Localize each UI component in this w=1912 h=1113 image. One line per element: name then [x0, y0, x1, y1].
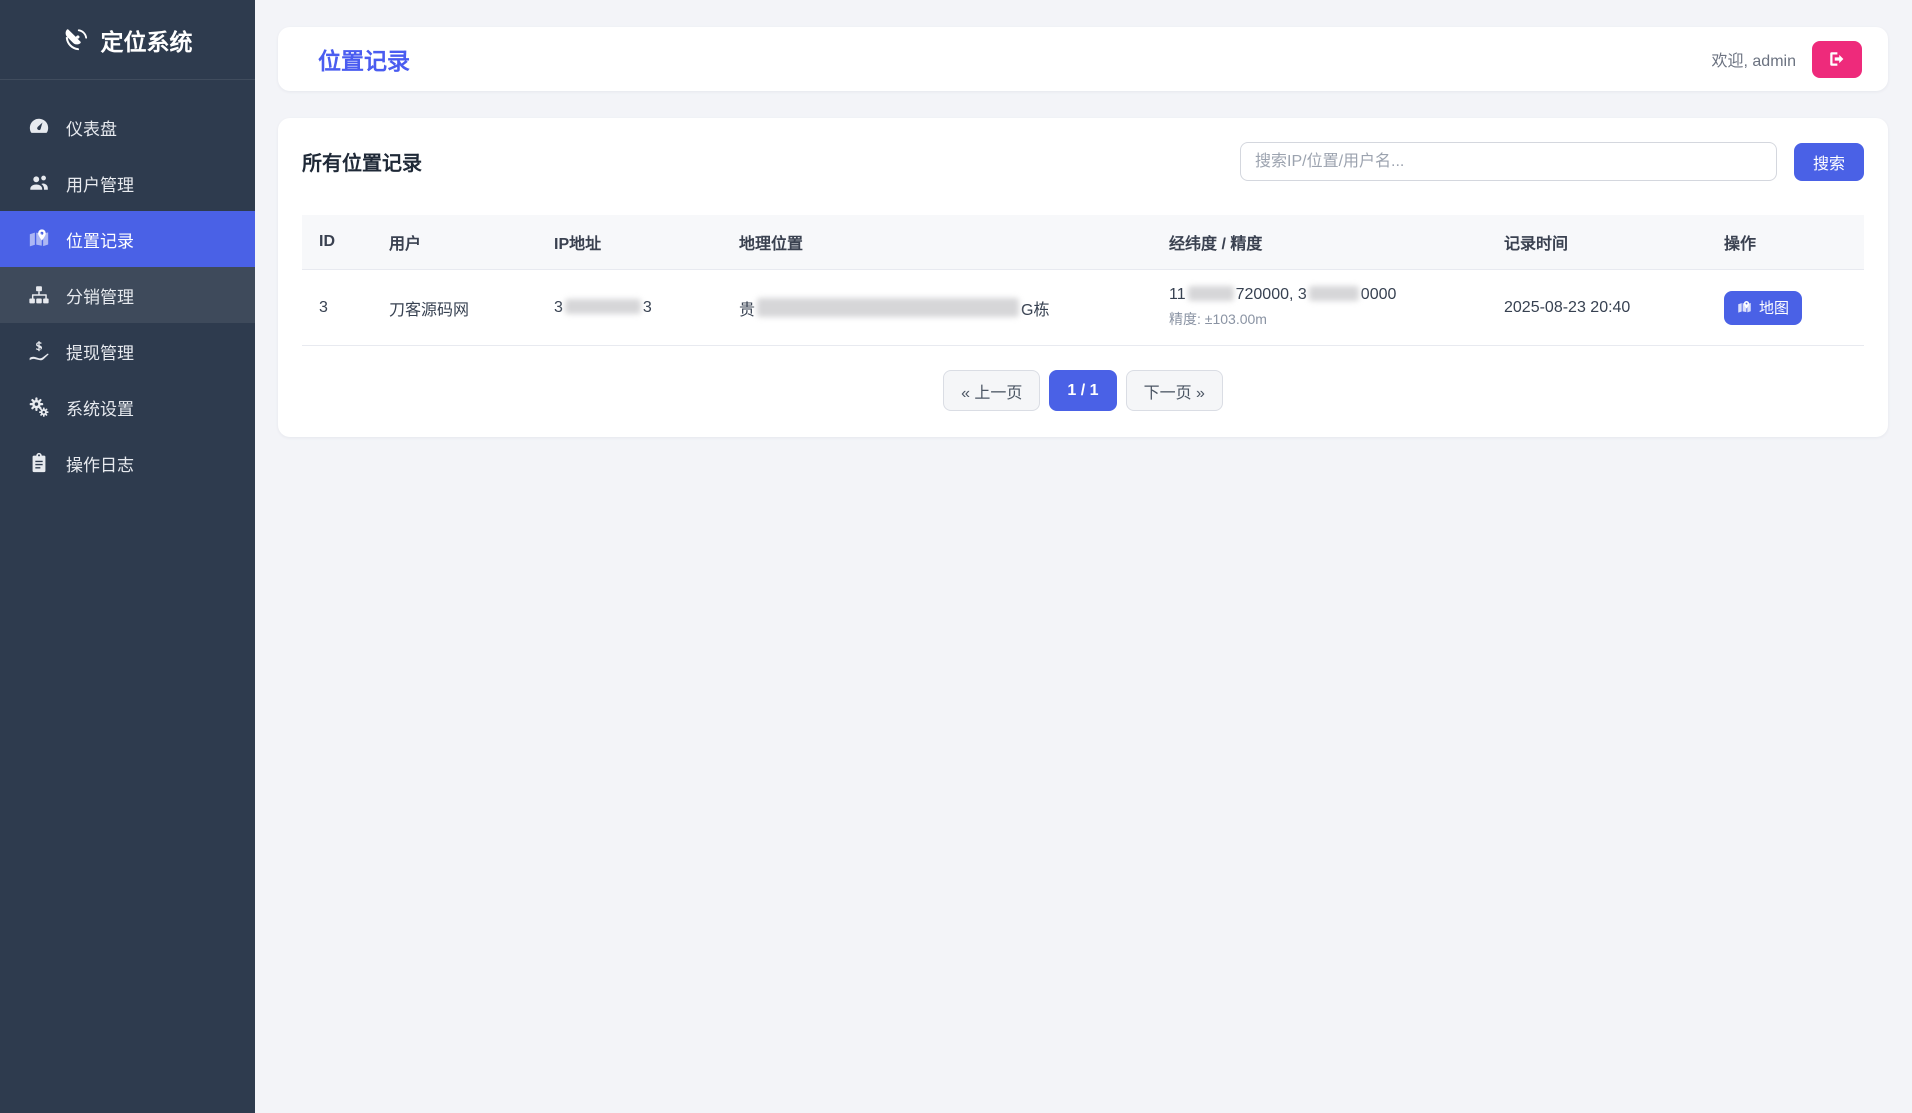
- col-header-time: 记录时间: [1487, 215, 1707, 270]
- search-area: 搜索: [1240, 142, 1864, 181]
- redacted-blur: [565, 299, 641, 314]
- redacted-blur: [1309, 286, 1359, 301]
- sidebar-item-distribution[interactable]: 分销管理: [0, 267, 255, 323]
- ip-suffix: 3: [643, 299, 652, 316]
- cell-user: 刀客源码网: [372, 270, 537, 346]
- coord-part: 0000: [1361, 286, 1397, 303]
- sidebar-item-withdrawals[interactable]: 提现管理: [0, 323, 255, 379]
- sidebar-item-label: 分销管理: [66, 283, 134, 308]
- redacted-blur: [1188, 286, 1234, 301]
- users-icon: [28, 172, 50, 194]
- topbar-right: 欢迎, admin: [1712, 41, 1862, 78]
- location-prefix: 贵: [739, 302, 755, 319]
- panel-head: 所有位置记录 搜索: [302, 142, 1864, 181]
- col-header-user: 用户: [372, 215, 537, 270]
- sidebar-item-users[interactable]: 用户管理: [0, 155, 255, 211]
- main-content: 位置记录 欢迎, admin 所有位置记录 搜索: [255, 0, 1912, 1113]
- hand-dollar-icon: [28, 340, 50, 362]
- search-button[interactable]: 搜索: [1794, 143, 1864, 181]
- cell-coords: 11 720000, 3 0000 精度: ±103.00m: [1152, 270, 1487, 346]
- sidebar-item-label: 位置记录: [66, 227, 134, 252]
- current-page-indicator[interactable]: 1 / 1: [1049, 370, 1116, 411]
- coord-part: 11: [1169, 286, 1186, 303]
- col-header-location: 地理位置: [722, 215, 1152, 270]
- sidebar-item-dashboard[interactable]: 仪表盘: [0, 99, 255, 155]
- gears-icon: [28, 396, 50, 418]
- location-records-panel: 所有位置记录 搜索 ID 用户 IP地址 地理位置 经纬度 / 精度 记录时间: [278, 118, 1888, 437]
- cell-time: 2025-08-23 20:40: [1487, 270, 1707, 346]
- sidebar-item-location-records[interactable]: 位置记录: [0, 211, 255, 267]
- logout-button[interactable]: [1812, 41, 1862, 78]
- sidebar: 定位系统 仪表盘 用户管理 位置记录 分销管理: [0, 0, 255, 1113]
- next-page-button[interactable]: 下一页 »: [1126, 370, 1223, 411]
- map-icon: [1737, 300, 1752, 315]
- records-table: ID 用户 IP地址 地理位置 经纬度 / 精度 记录时间 操作 3 刀客源码网…: [302, 215, 1864, 346]
- lat-lng-line: 11 720000, 3 0000: [1169, 286, 1470, 304]
- col-header-coords: 经纬度 / 精度: [1152, 215, 1487, 270]
- cell-actions: 地图: [1707, 270, 1864, 346]
- table-header-row: ID 用户 IP地址 地理位置 经纬度 / 精度 记录时间 操作: [302, 215, 1864, 270]
- sidebar-item-logs[interactable]: 操作日志: [0, 435, 255, 491]
- location-suffix: G栋: [1021, 302, 1049, 319]
- sidebar-item-label: 提现管理: [66, 339, 134, 364]
- app-title: 定位系统: [101, 23, 193, 57]
- map-marker-icon: [28, 228, 50, 250]
- col-header-ip: IP地址: [537, 215, 722, 270]
- map-button-label: 地图: [1759, 297, 1789, 318]
- welcome-text: 欢迎, admin: [1712, 47, 1796, 71]
- page-title: 位置记录: [318, 42, 410, 76]
- satellite-dish-icon: [63, 27, 89, 53]
- sidebar-item-label: 用户管理: [66, 171, 134, 196]
- clipboard-icon: [28, 452, 50, 474]
- dashboard-icon: [28, 116, 50, 138]
- sitemap-icon: [28, 284, 50, 306]
- cell-location: 贵 G栋: [722, 270, 1152, 346]
- pagination: « 上一页 1 / 1 下一页 »: [302, 370, 1864, 413]
- table-row: 3 刀客源码网 33 贵G栋 11720000, 30000 精度: ±103.…: [302, 270, 1864, 346]
- topbar: 位置记录 欢迎, admin: [278, 27, 1888, 91]
- sidebar-item-label: 操作日志: [66, 451, 134, 476]
- cell-ip: 33: [537, 270, 722, 346]
- map-button[interactable]: 地图: [1724, 291, 1802, 325]
- sidebar-nav: 仪表盘 用户管理 位置记录 分销管理 提现管理: [0, 80, 255, 491]
- redacted-blur: [757, 298, 1019, 317]
- panel-title: 所有位置记录: [302, 147, 422, 176]
- search-input[interactable]: [1240, 142, 1777, 181]
- cell-id: 3: [302, 270, 372, 346]
- sidebar-item-settings[interactable]: 系统设置: [0, 379, 255, 435]
- ip-prefix: 3: [554, 299, 563, 316]
- accuracy-text: 精度: ±103.00m: [1169, 309, 1470, 329]
- sidebar-item-label: 仪表盘: [66, 115, 117, 140]
- coord-part: 720000, 3: [1236, 286, 1307, 303]
- col-header-id: ID: [302, 215, 372, 270]
- app-logo: 定位系统: [0, 0, 255, 80]
- col-header-actions: 操作: [1707, 215, 1864, 270]
- sign-out-icon: [1828, 50, 1846, 68]
- sidebar-item-label: 系统设置: [66, 395, 134, 420]
- prev-page-button[interactable]: « 上一页: [943, 370, 1040, 411]
